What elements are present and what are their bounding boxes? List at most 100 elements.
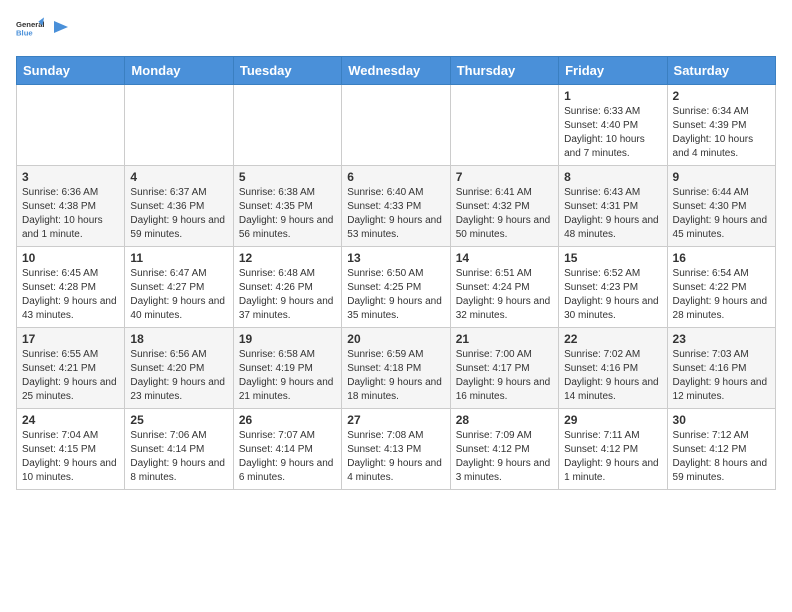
calendar-cell: 18Sunrise: 6:56 AM Sunset: 4:20 PM Dayli… [125,328,233,409]
day-number: 16 [673,251,770,265]
day-info: Sunrise: 7:03 AM Sunset: 4:16 PM Dayligh… [673,348,770,404]
calendar-cell: 11Sunrise: 6:47 AM Sunset: 4:27 PM Dayli… [125,247,233,328]
calendar-cell: 10Sunrise: 6:45 AM Sunset: 4:28 PM Dayli… [17,247,125,328]
calendar-header-row: SundayMondayTuesdayWednesdayThursdayFrid… [17,57,776,85]
day-number: 9 [673,170,770,184]
day-number: 30 [673,413,770,427]
header-thursday: Thursday [450,57,558,85]
calendar-cell: 6 Sunrise: 6:40 AM Sunset: 4:33 PM Daylig… [342,166,450,247]
calendar-week-2: 3 Sunrise: 6:36 AM Sunset: 4:38 PM Daylig… [17,166,776,247]
day-info: Sunrise: 6:59 AM Sunset: 4:18 PM Dayligh… [347,348,444,404]
calendar-cell: 27 Sunrise: 7:08 AM Sunset: 4:13 PM Dayli… [342,409,450,490]
day-number: 17 [22,332,119,346]
day-info: Sunrise: 6:37 AM Sunset: 4:36 PM Dayligh… [130,186,227,242]
day-info: Sunrise: 6:40 AM Sunset: 4:33 PM Dayligh… [347,186,444,242]
flag-icon [52,19,70,41]
day-info: Sunrise: 6:51 AM Sunset: 4:24 PM Dayligh… [456,267,553,323]
day-info: Sunrise: 6:48 AM Sunset: 4:26 PM Dayligh… [239,267,336,323]
calendar-week-4: 17Sunrise: 6:55 AM Sunset: 4:21 PM Dayli… [17,328,776,409]
page-header: General Blue [16,16,776,44]
day-number: 8 [564,170,661,184]
day-info: Sunrise: 7:08 AM Sunset: 4:13 PM Dayligh… [347,429,444,485]
day-info: Sunrise: 7:04 AM Sunset: 4:15 PM Dayligh… [22,429,119,485]
day-number: 1 [564,89,661,103]
day-info: Sunrise: 7:02 AM Sunset: 4:16 PM Dayligh… [564,348,661,404]
calendar-cell [17,85,125,166]
header-saturday: Saturday [667,57,775,85]
day-number: 26 [239,413,336,427]
svg-text:Blue: Blue [16,29,33,38]
day-number: 6 [347,170,444,184]
calendar-cell: 14 Sunrise: 6:51 AM Sunset: 4:24 PM Dayli… [450,247,558,328]
day-info: Sunrise: 7:11 AM Sunset: 4:12 PM Dayligh… [564,429,661,485]
day-info: Sunrise: 6:52 AM Sunset: 4:23 PM Dayligh… [564,267,661,323]
header-wednesday: Wednesday [342,57,450,85]
calendar-cell: 1 Sunrise: 6:33 AM Sunset: 4:40 PM Daylig… [559,85,667,166]
day-number: 13 [347,251,444,265]
calendar-cell: 16Sunrise: 6:54 AM Sunset: 4:22 PM Dayli… [667,247,775,328]
calendar-week-3: 10Sunrise: 6:45 AM Sunset: 4:28 PM Dayli… [17,247,776,328]
calendar-cell: 20 Sunrise: 6:59 AM Sunset: 4:18 PM Dayli… [342,328,450,409]
day-number: 23 [673,332,770,346]
calendar-cell: 3 Sunrise: 6:36 AM Sunset: 4:38 PM Daylig… [17,166,125,247]
calendar-cell: 26 Sunrise: 7:07 AM Sunset: 4:14 PM Dayli… [233,409,341,490]
day-info: Sunrise: 7:07 AM Sunset: 4:14 PM Dayligh… [239,429,336,485]
day-info: Sunrise: 6:50 AM Sunset: 4:25 PM Dayligh… [347,267,444,323]
day-number: 18 [130,332,227,346]
calendar-cell: 9 Sunrise: 6:44 AM Sunset: 4:30 PM Daylig… [667,166,775,247]
calendar-cell: 28 Sunrise: 7:09 AM Sunset: 4:12 PM Dayli… [450,409,558,490]
calendar-cell: 8 Sunrise: 6:43 AM Sunset: 4:31 PM Daylig… [559,166,667,247]
day-number: 19 [239,332,336,346]
calendar-cell: 7Sunrise: 6:41 AM Sunset: 4:32 PM Daylig… [450,166,558,247]
day-info: Sunrise: 6:33 AM Sunset: 4:40 PM Dayligh… [564,105,661,161]
header-tuesday: Tuesday [233,57,341,85]
calendar-table: SundayMondayTuesdayWednesdayThursdayFrid… [16,56,776,490]
day-info: Sunrise: 6:58 AM Sunset: 4:19 PM Dayligh… [239,348,336,404]
calendar-cell: 23 Sunrise: 7:03 AM Sunset: 4:16 PM Dayli… [667,328,775,409]
day-number: 22 [564,332,661,346]
calendar-cell: 19 Sunrise: 6:58 AM Sunset: 4:19 PM Dayli… [233,328,341,409]
day-number: 4 [130,170,227,184]
day-number: 20 [347,332,444,346]
day-number: 24 [22,413,119,427]
logo-icon: General Blue [16,16,44,44]
calendar-cell: 21 Sunrise: 7:00 AM Sunset: 4:17 PM Dayli… [450,328,558,409]
calendar-cell [450,85,558,166]
day-info: Sunrise: 7:06 AM Sunset: 4:14 PM Dayligh… [130,429,227,485]
day-number: 5 [239,170,336,184]
day-number: 12 [239,251,336,265]
calendar-cell: 29 Sunrise: 7:11 AM Sunset: 4:12 PM Dayli… [559,409,667,490]
day-info: Sunrise: 6:47 AM Sunset: 4:27 PM Dayligh… [130,267,227,323]
calendar-cell: 4 Sunrise: 6:37 AM Sunset: 4:36 PM Daylig… [125,166,233,247]
day-info: Sunrise: 6:43 AM Sunset: 4:31 PM Dayligh… [564,186,661,242]
calendar-cell [125,85,233,166]
day-number: 7 [456,170,553,184]
calendar-cell: 15Sunrise: 6:52 AM Sunset: 4:23 PM Dayli… [559,247,667,328]
day-info: Sunrise: 6:36 AM Sunset: 4:38 PM Dayligh… [22,186,119,242]
day-number: 10 [22,251,119,265]
day-number: 21 [456,332,553,346]
day-number: 3 [22,170,119,184]
calendar-cell [233,85,341,166]
day-number: 14 [456,251,553,265]
header-friday: Friday [559,57,667,85]
calendar-cell: 17Sunrise: 6:55 AM Sunset: 4:21 PM Dayli… [17,328,125,409]
calendar-cell: 2Sunrise: 6:34 AM Sunset: 4:39 PM Daylig… [667,85,775,166]
day-info: Sunrise: 7:09 AM Sunset: 4:12 PM Dayligh… [456,429,553,485]
calendar-cell: 5 Sunrise: 6:38 AM Sunset: 4:35 PM Daylig… [233,166,341,247]
day-number: 25 [130,413,227,427]
header-sunday: Sunday [17,57,125,85]
day-info: Sunrise: 7:00 AM Sunset: 4:17 PM Dayligh… [456,348,553,404]
calendar-cell: 12 Sunrise: 6:48 AM Sunset: 4:26 PM Dayli… [233,247,341,328]
day-number: 28 [456,413,553,427]
day-info: Sunrise: 6:38 AM Sunset: 4:35 PM Dayligh… [239,186,336,242]
day-number: 29 [564,413,661,427]
day-number: 2 [673,89,770,103]
calendar-week-5: 24 Sunrise: 7:04 AM Sunset: 4:15 PM Dayli… [17,409,776,490]
day-number: 27 [347,413,444,427]
day-info: Sunrise: 6:44 AM Sunset: 4:30 PM Dayligh… [673,186,770,242]
calendar-cell: 30Sunrise: 7:12 AM Sunset: 4:12 PM Dayli… [667,409,775,490]
calendar-cell: 24 Sunrise: 7:04 AM Sunset: 4:15 PM Dayli… [17,409,125,490]
calendar-cell: 25 Sunrise: 7:06 AM Sunset: 4:14 PM Dayli… [125,409,233,490]
calendar-cell: 13 Sunrise: 6:50 AM Sunset: 4:25 PM Dayli… [342,247,450,328]
